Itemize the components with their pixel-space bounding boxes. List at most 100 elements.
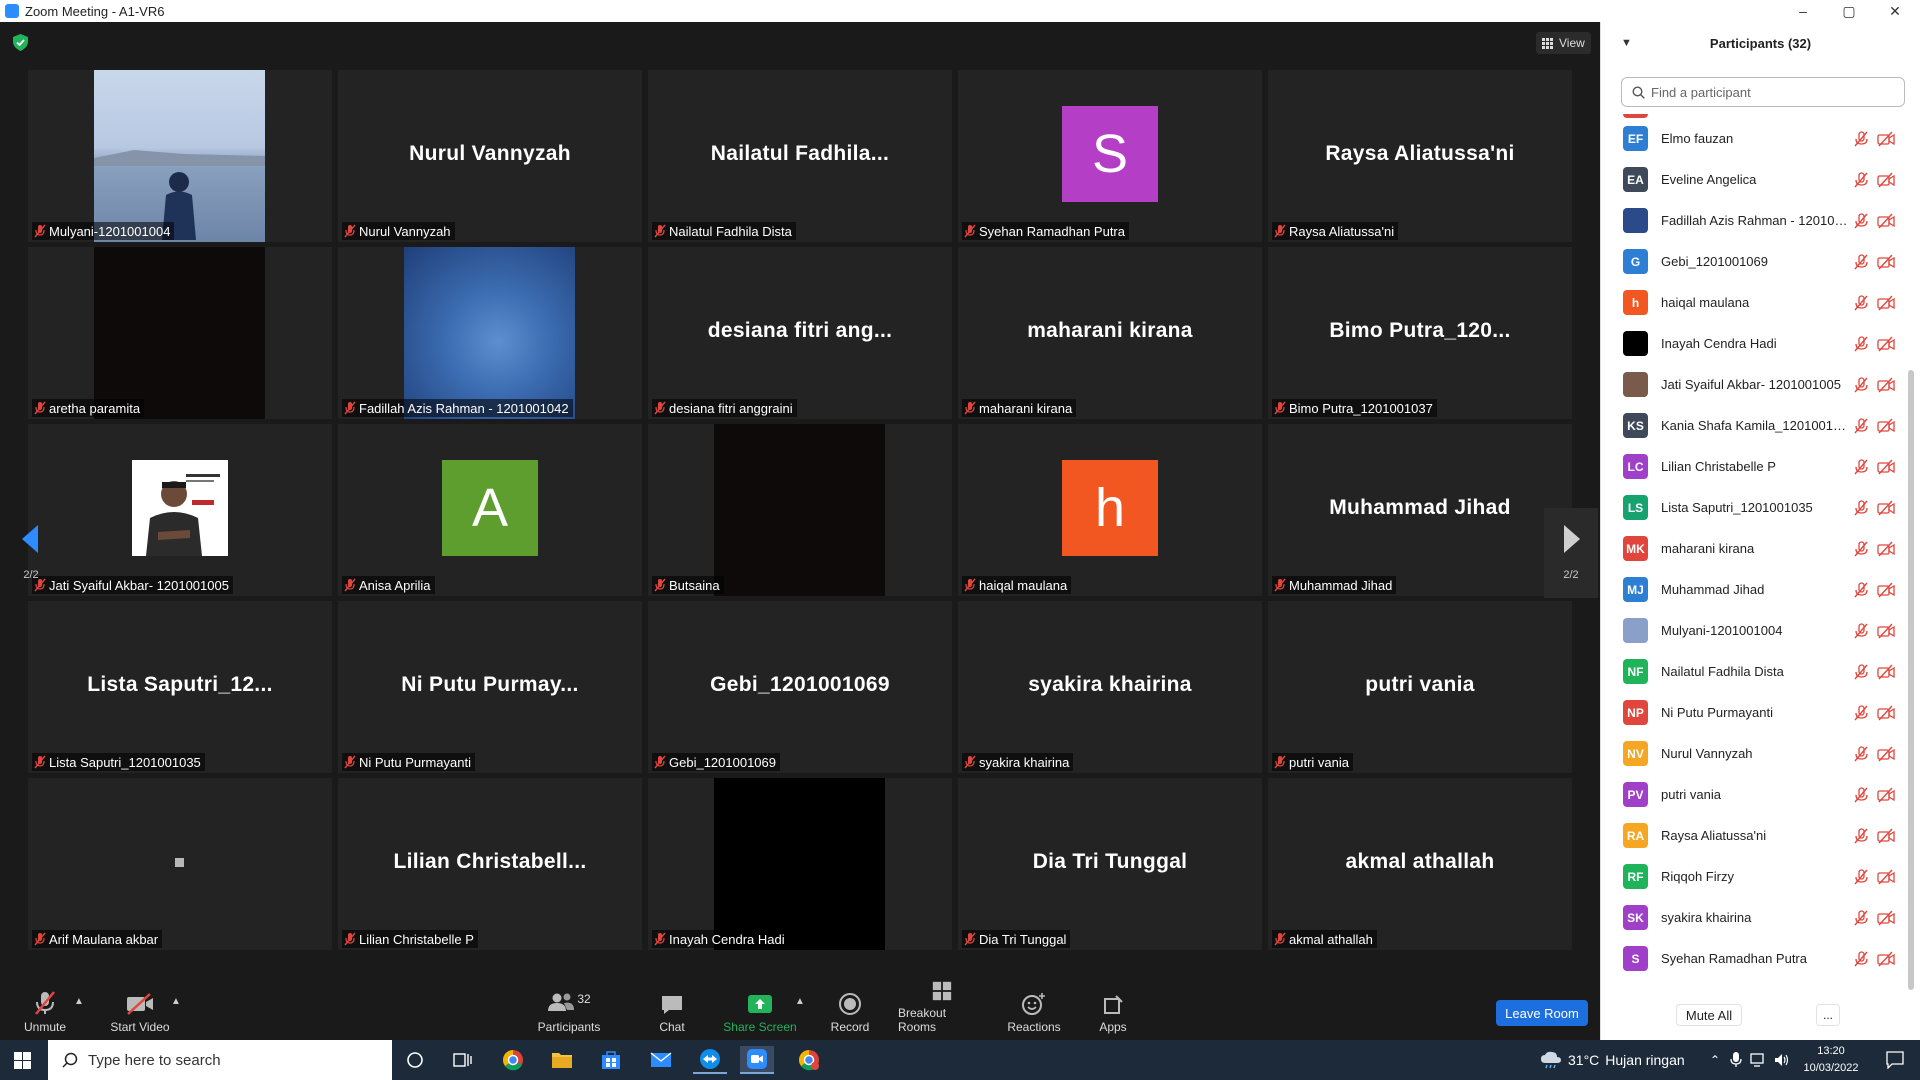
participant-row[interactable]: h haiqal maulana bbox=[1601, 282, 1911, 323]
video-tile[interactable]: maharani kirana maharani kirana bbox=[958, 247, 1262, 419]
microsoft-store-icon[interactable] bbox=[594, 1046, 628, 1074]
video-tile[interactable]: Raysa Aliatussa'ni Raysa Aliatussa'ni bbox=[1268, 70, 1572, 242]
video-options-caret-icon[interactable]: ▲ bbox=[171, 996, 181, 1007]
participant-name: Lista Saputri_1201001035 bbox=[1661, 500, 1813, 515]
participant-row[interactable]: PV putri vania bbox=[1601, 774, 1911, 815]
participant-row[interactable]: LS Lista Saputri_1201001035 bbox=[1601, 487, 1911, 528]
video-tile[interactable]: Butsaina bbox=[648, 424, 952, 596]
mute-all-button[interactable]: Mute All bbox=[1676, 1004, 1742, 1026]
participant-avatar: LS bbox=[1623, 495, 1648, 520]
participant-row[interactable]: Fadillah Azis Rahman - 120100... bbox=[1601, 200, 1911, 241]
video-tile[interactable]: Jati Syaiful Akbar- 1201001005 bbox=[28, 424, 332, 596]
task-view-icon[interactable] bbox=[446, 1046, 480, 1074]
zoom-taskbar-icon[interactable] bbox=[740, 1046, 774, 1074]
windows-start-icon[interactable] bbox=[14, 1052, 31, 1069]
participant-row[interactable]: KS Kania Shafa Kamila_1201001055 bbox=[1601, 405, 1911, 446]
chat-button[interactable]: Chat bbox=[652, 980, 692, 1040]
security-shield-icon[interactable] bbox=[13, 34, 28, 51]
muted-mic-icon bbox=[654, 401, 666, 415]
unmute-button[interactable]: Unmute bbox=[20, 980, 70, 1040]
participant-row[interactable]: RA Raysa Aliatussa'ni bbox=[1601, 815, 1911, 856]
video-tile[interactable]: Bimo Putra_120... Bimo Putra_1201001037 bbox=[1268, 247, 1572, 419]
video-tile[interactable]: Muhammad Jihad Muhammad Jihad bbox=[1268, 424, 1572, 596]
record-button[interactable]: Record bbox=[830, 980, 870, 1040]
participant-row[interactable]: EF Elmo fauzan bbox=[1601, 118, 1911, 159]
video-tile[interactable]: Ni Putu Purmay... Ni Putu Purmayanti bbox=[338, 601, 642, 773]
video-tile[interactable]: syakira khairina syakira khairina bbox=[958, 601, 1262, 773]
participant-row[interactable]: MK maharani kirana bbox=[1601, 528, 1911, 569]
video-tile[interactable]: S Syehan Ramadhan Putra bbox=[958, 70, 1262, 242]
muted-mic-icon bbox=[964, 578, 976, 592]
start-video-button[interactable]: Start Video bbox=[106, 980, 174, 1040]
file-explorer-icon[interactable] bbox=[545, 1046, 579, 1074]
tile-label-text: Lilian Christabelle P bbox=[359, 931, 474, 947]
microphone-tray-icon[interactable] bbox=[1730, 1052, 1742, 1068]
video-tile[interactable]: Nurul Vannyzah Nurul Vannyzah bbox=[338, 70, 642, 242]
share-screen-button[interactable]: Share Screen bbox=[722, 980, 798, 1040]
video-tile[interactable]: desiana fitri ang... desiana fitri anggra… bbox=[648, 247, 952, 419]
participant-row[interactable]: Mulyani-1201001004 bbox=[1601, 610, 1911, 651]
reactions-button[interactable]: Reactions bbox=[1006, 980, 1062, 1040]
participant-list-scrollbar[interactable] bbox=[1908, 370, 1914, 990]
system-clock[interactable]: 13:20 10/03/2022 bbox=[1796, 1043, 1866, 1077]
more-options-button[interactable]: ... bbox=[1816, 1004, 1840, 1026]
participant-name: Lilian Christabelle P bbox=[1661, 459, 1776, 474]
participant-row[interactable]: LC Lilian Christabelle P bbox=[1601, 446, 1911, 487]
participant-row[interactable]: SK syakira khairina bbox=[1601, 897, 1911, 938]
close-button[interactable]: ✕ bbox=[1872, 0, 1918, 22]
participant-row[interactable]: RF Riqqoh Firzy bbox=[1601, 856, 1911, 897]
weather-widget[interactable]: 31°C Hujan ringan bbox=[1540, 1040, 1685, 1080]
taskbar-search-input[interactable]: Type here to search bbox=[48, 1040, 392, 1080]
tile-label-text: Nailatul Fadhila Dista bbox=[669, 223, 792, 239]
video-tile[interactable]: Lilian Christabell... Lilian Christabelle… bbox=[338, 778, 642, 950]
video-tile[interactable]: A Anisa Aprilia bbox=[338, 424, 642, 596]
mail-icon[interactable] bbox=[644, 1046, 678, 1074]
chrome-icon[interactable] bbox=[496, 1046, 530, 1074]
minimize-button[interactable]: – bbox=[1780, 0, 1826, 22]
participant-row[interactable]: NV Nurul Vannyzah bbox=[1601, 733, 1911, 774]
video-tile[interactable]: akmal athallah akmal athallah bbox=[1268, 778, 1572, 950]
participant-row[interactable]: MJ Muhammad Jihad bbox=[1601, 569, 1911, 610]
apps-button[interactable]: Apps bbox=[1096, 980, 1130, 1040]
video-tile[interactable]: Fadillah Azis Rahman - 1201001042 bbox=[338, 247, 642, 419]
video-tile[interactable]: Mulyani-1201001004 bbox=[28, 70, 332, 242]
tile-label-text: Bimo Putra_1201001037 bbox=[1289, 400, 1433, 416]
participant-search-input[interactable]: Find a participant bbox=[1621, 77, 1905, 107]
video-tile[interactable]: Nailatul Fadhila... Nailatul Fadhila Dist… bbox=[648, 70, 952, 242]
leave-room-button[interactable]: Leave Room bbox=[1496, 1000, 1588, 1026]
teamviewer-icon[interactable] bbox=[693, 1046, 727, 1074]
video-tile[interactable]: Inayah Cendra Hadi bbox=[648, 778, 952, 950]
chevron-up-icon[interactable]: ⌃ bbox=[1710, 1040, 1720, 1080]
participant-row[interactable]: NP Ni Putu Purmayanti bbox=[1601, 692, 1911, 733]
video-tile[interactable]: Arif Maulana akbar bbox=[28, 778, 332, 950]
video-tile[interactable]: Gebi_1201001069 Gebi_1201001069 bbox=[648, 601, 952, 773]
tile-display-name: Dia Tri Tunggal bbox=[1032, 850, 1188, 873]
video-off-icon bbox=[1877, 746, 1895, 762]
video-tile[interactable]: Dia Tri Tunggal Dia Tri Tunggal bbox=[958, 778, 1262, 950]
breakout-rooms-button[interactable]: Breakout Rooms bbox=[898, 980, 986, 1040]
participant-row[interactable]: Inayah Cendra Hadi bbox=[1601, 323, 1911, 364]
maximize-button[interactable]: ▢ bbox=[1826, 0, 1872, 22]
participant-row[interactable]: G Gebi_1201001069 bbox=[1601, 241, 1911, 282]
chrome-profile-icon[interactable] bbox=[792, 1046, 826, 1074]
video-tile[interactable]: aretha paramita bbox=[28, 247, 332, 419]
next-page-button[interactable]: 2/2 bbox=[1544, 508, 1598, 598]
view-button[interactable]: View bbox=[1536, 32, 1591, 54]
participant-row[interactable]: Jati Syaiful Akbar- 1201001005 bbox=[1601, 364, 1911, 405]
video-tile[interactable]: Lista Saputri_12... Lista Saputri_1201001… bbox=[28, 601, 332, 773]
participants-button[interactable]: 32 Participants bbox=[534, 980, 604, 1040]
cortana-icon[interactable] bbox=[398, 1046, 432, 1074]
audio-options-caret-icon[interactable]: ▲ bbox=[74, 996, 84, 1007]
share-options-caret-icon[interactable]: ▲ bbox=[795, 996, 805, 1007]
participant-row[interactable]: EA Eveline Angelica bbox=[1601, 159, 1911, 200]
volume-icon[interactable] bbox=[1774, 1052, 1790, 1068]
video-tile[interactable]: h haiqal maulana bbox=[958, 424, 1262, 596]
participant-row[interactable]: NF Nailatul Fadhila Dista bbox=[1601, 651, 1911, 692]
notification-center-icon[interactable] bbox=[1886, 1051, 1904, 1069]
network-icon[interactable] bbox=[1750, 1053, 1768, 1067]
tiny-video-thumbnail bbox=[175, 858, 184, 867]
previous-page-button[interactable]: 2/2 bbox=[4, 508, 58, 598]
participant-row[interactable]: S Syehan Ramadhan Putra bbox=[1601, 938, 1911, 979]
muted-mic-icon bbox=[344, 578, 356, 592]
video-tile[interactable]: putri vania putri vania bbox=[1268, 601, 1572, 773]
